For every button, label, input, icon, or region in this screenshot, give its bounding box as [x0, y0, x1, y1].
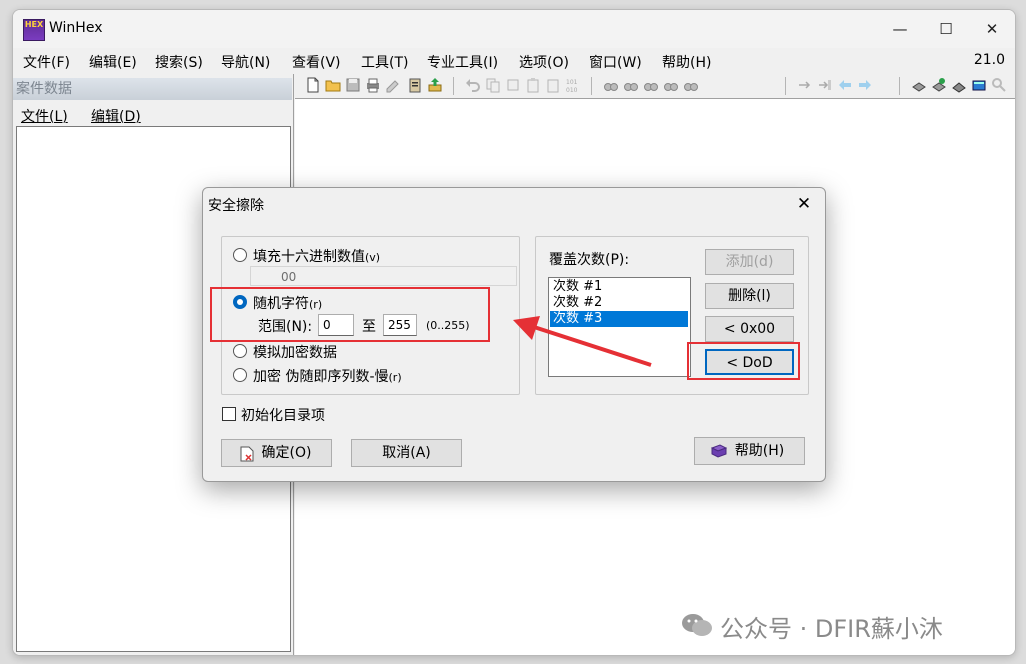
annotation-arrow	[513, 316, 652, 367]
